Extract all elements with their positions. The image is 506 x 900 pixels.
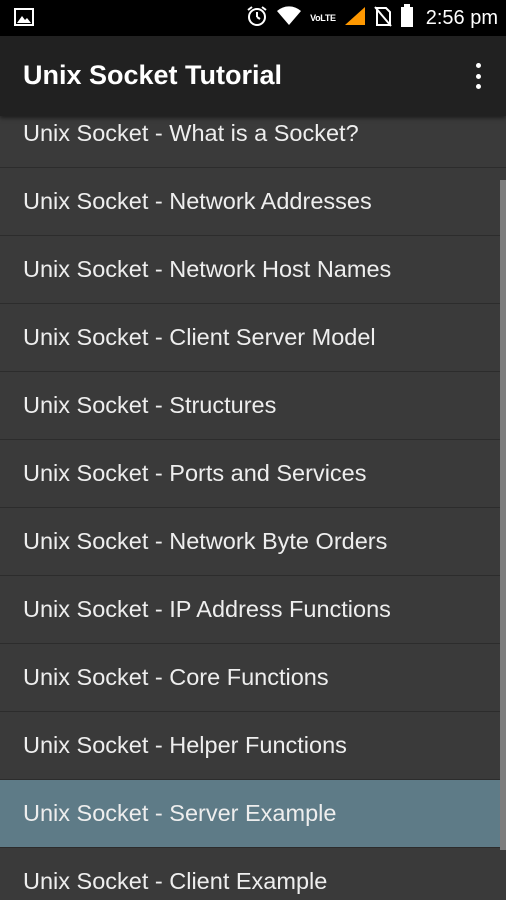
image-icon	[14, 8, 34, 31]
overflow-dot	[475, 63, 481, 68]
list-item-label: Unix Socket - Helper Functions	[23, 732, 347, 758]
list-item-label: Unix Socket - Client Example	[23, 868, 328, 894]
list-item-label: Unix Socket - Core Functions	[23, 664, 329, 690]
alarm-icon	[246, 5, 268, 32]
list-item-label: Unix Socket - Network Host Names	[23, 256, 392, 282]
list-item[interactable]: Unix Socket - Client Example	[0, 848, 506, 900]
status-time: 2:56 pm	[425, 6, 498, 29]
list-item-label: Unix Socket - What is a Socket?	[23, 120, 359, 146]
list-item[interactable]: Unix Socket - Helper Functions	[0, 712, 506, 780]
overflow-dot	[475, 84, 481, 89]
list-item[interactable]: Unix Socket - What is a Socket?	[0, 116, 506, 168]
no-sim-icon	[373, 5, 392, 32]
wifi-icon	[276, 5, 302, 31]
list-item-label: Unix Socket - Client Server Model	[23, 324, 376, 350]
list-item[interactable]: Unix Socket - Network Host Names	[0, 236, 506, 304]
list-item-label: Unix Socket - Network Byte Orders	[23, 528, 388, 554]
list-item-label: Unix Socket - Network Addresses	[23, 188, 372, 214]
status-icons: VoLTE 2:56 pm	[246, 0, 498, 36]
scrollbar[interactable]	[500, 180, 506, 850]
list-item-label: Unix Socket - Server Example	[23, 800, 337, 826]
list-item-label: Unix Socket - Structures	[23, 392, 277, 418]
overflow-dot	[475, 73, 481, 79]
status-bar: VoLTE 2:56 pm	[0, 0, 506, 36]
page-title: Unix Socket Tutorial	[23, 60, 283, 90]
signal-icon	[344, 6, 366, 31]
list-item[interactable]: Unix Socket - Core Functions	[0, 644, 506, 712]
list-item-label: Unix Socket - IP Address Functions	[23, 596, 391, 622]
tutorial-list-inner: Unix Socket - What is a Socket? Unix Sock…	[0, 116, 506, 900]
list-item[interactable]: Unix Socket - Network Addresses	[0, 168, 506, 236]
battery-icon	[400, 3, 414, 33]
app-bar: Unix Socket Tutorial	[0, 36, 506, 116]
tutorial-list[interactable]: Unix Socket - What is a Socket? Unix Sock…	[0, 116, 506, 900]
list-item[interactable]: Unix Socket - Network Byte Orders	[0, 508, 506, 576]
list-item[interactable]: Unix Socket - Client Server Model	[0, 304, 506, 372]
list-item[interactable]: Unix Socket - Server Example	[0, 780, 506, 848]
list-item[interactable]: Unix Socket - Structures	[0, 372, 506, 440]
volte-label: VoLTE	[310, 13, 336, 23]
list-item-label: Unix Socket - Ports and Services	[23, 460, 367, 486]
list-item[interactable]: Unix Socket - IP Address Functions	[0, 576, 506, 644]
list-item[interactable]: Unix Socket - Ports and Services	[0, 440, 506, 508]
overflow-menu-icon[interactable]	[468, 58, 488, 94]
